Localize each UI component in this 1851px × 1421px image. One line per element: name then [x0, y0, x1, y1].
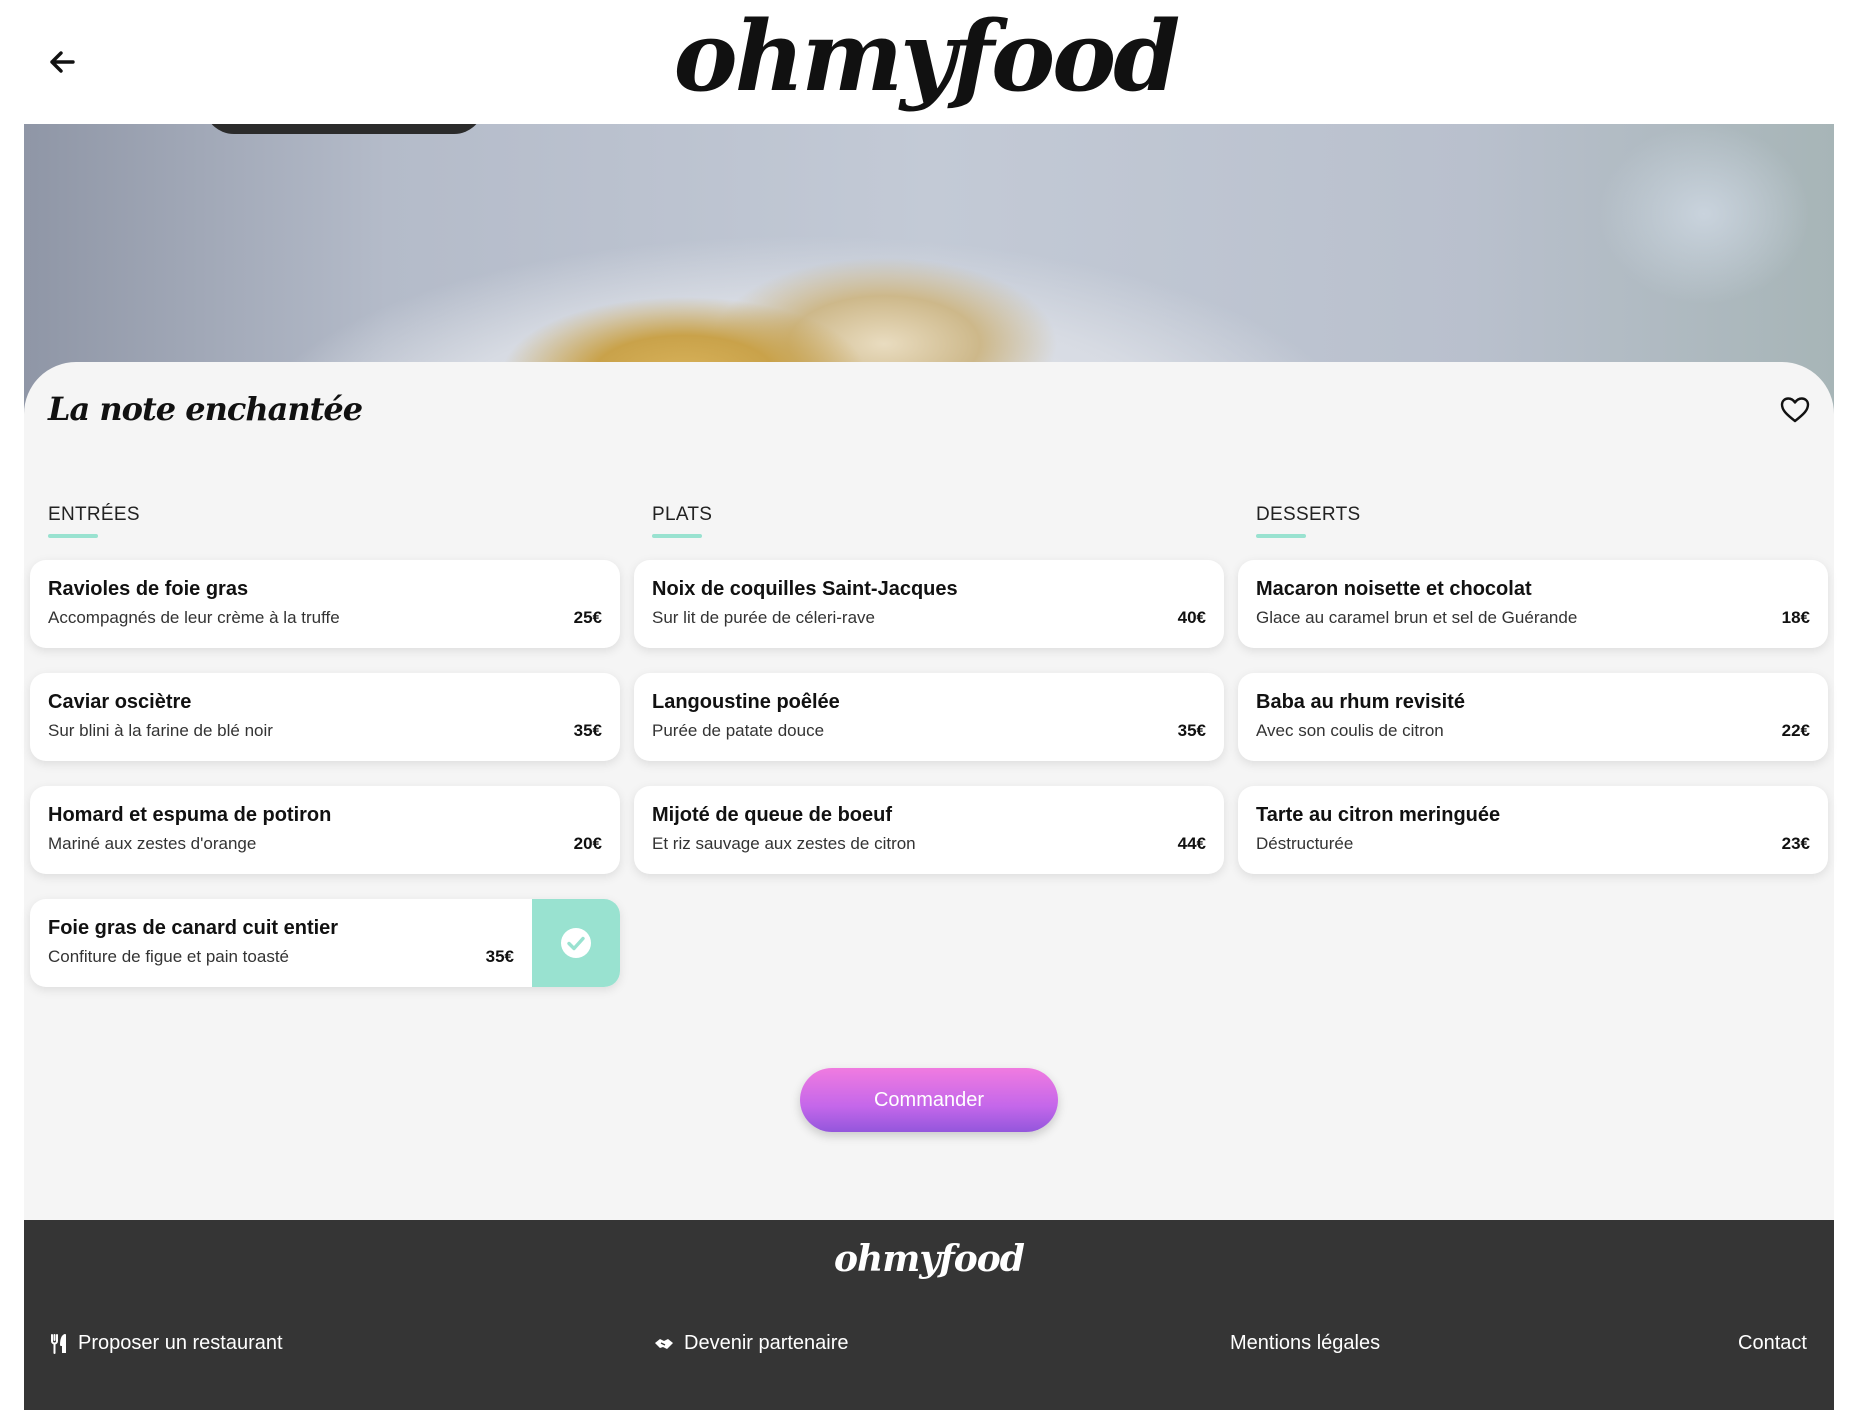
- logo[interactable]: ohmyfood: [0, 2, 1851, 112]
- menu-item-name: Tarte au citron meringuée: [1256, 804, 1501, 826]
- menu-item-name: Ravioles de foie gras: [48, 578, 249, 600]
- menu-item-description: Accompagnés de leur crème à la truffe: [48, 608, 340, 627]
- menu-item-price: 25€: [573, 608, 602, 627]
- footer-link-label: Proposer un restaurant: [78, 1332, 283, 1354]
- check-circle-icon: [561, 928, 591, 958]
- menu-item-name: Noix de coquilles Saint-Jacques: [652, 578, 958, 600]
- hero-dish-shadow: [204, 124, 484, 134]
- menu-item-name: Mijoté de queue de boeuf: [652, 804, 893, 826]
- section-title-plats: PLATS: [652, 504, 713, 538]
- menu-panel: La note enchantée ENTRÉES PLATS DESSERTS…: [24, 362, 1834, 1220]
- footer-link-propose-restaurant[interactable]: Proposer un restaurant: [50, 1332, 283, 1355]
- menu-item-price: 44€: [1177, 834, 1206, 853]
- menu-item-description: Glace au caramel brun et sel de Guérande: [1256, 608, 1578, 627]
- footer-link-label: Devenir partenaire: [684, 1332, 849, 1354]
- footer-link-label: Contact: [1738, 1332, 1807, 1354]
- menu-item-name: Foie gras de canard cuit entier: [48, 917, 339, 939]
- menu-item-price: 35€: [573, 721, 602, 740]
- menu-item[interactable]: Mijoté de queue de boeuf Et riz sauvage …: [634, 786, 1224, 874]
- footer: ohmyfood Proposer un restaurant Devenir …: [24, 1220, 1834, 1410]
- header: ohmyfood: [0, 0, 1851, 124]
- menu-item-description: Sur blini à la farine de blé noir: [48, 721, 273, 740]
- menu-item-price: 35€: [485, 947, 514, 966]
- menu-item[interactable]: Tarte au citron meringuée Déstructurée 2…: [1238, 786, 1828, 874]
- menu-item-description: Confiture de figue et pain toasté: [48, 947, 289, 966]
- menu-item-description: Et riz sauvage aux zestes de citron: [652, 834, 916, 853]
- favorite-button[interactable]: [1780, 396, 1810, 426]
- section-title-desserts: DESSERTS: [1256, 504, 1361, 538]
- heart-outline-icon: [1780, 397, 1810, 423]
- menu-item-price: 35€: [1177, 721, 1206, 740]
- menu-item[interactable]: Macaron noisette et chocolat Glace au ca…: [1238, 560, 1828, 648]
- menu-item-price: 18€: [1781, 608, 1810, 627]
- utensils-icon: [51, 1333, 66, 1354]
- menu-item-description: Sur lit de purée de céleri-rave: [652, 608, 876, 627]
- order-button[interactable]: Commander: [800, 1068, 1058, 1132]
- menu-item-price: 20€: [573, 834, 602, 853]
- menu-item-description: Mariné aux zestes d'orange: [48, 834, 257, 853]
- menu-item-name: Baba au rhum revisité: [1256, 691, 1465, 713]
- menu-item-price: 22€: [1781, 721, 1810, 740]
- menu-item-description: Déstructurée: [1256, 834, 1354, 853]
- handshake-icon: [655, 1338, 673, 1349]
- menu-item[interactable]: Noix de coquilles Saint-Jacques Sur lit …: [634, 560, 1224, 648]
- menu-item-name: Homard et espuma de potiron: [48, 804, 332, 826]
- menu-item-selected[interactable]: Foie gras de canard cuit entier Confitur…: [30, 899, 620, 987]
- menu-item-description: Avec son coulis de citron: [1256, 721, 1444, 740]
- footer-link-contact[interactable]: Contact: [1738, 1332, 1807, 1355]
- section-title-entrees: ENTRÉES: [48, 504, 140, 538]
- menu-item[interactable]: Ravioles de foie gras Accompagnés de leu…: [30, 560, 620, 648]
- menu-item[interactable]: Caviar osciètre Sur blini à la farine de…: [30, 673, 620, 761]
- menu-item-name: Macaron noisette et chocolat: [1256, 578, 1532, 600]
- footer-logo[interactable]: ohmyfood: [24, 1238, 1834, 1280]
- footer-link-legal[interactable]: Mentions légales: [1230, 1332, 1380, 1355]
- menu-item[interactable]: Langoustine poêlée Purée de patate douce…: [634, 673, 1224, 761]
- menu-item-name: Caviar osciètre: [48, 691, 192, 713]
- footer-link-label: Mentions légales: [1230, 1332, 1381, 1354]
- menu-item-price: 23€: [1781, 834, 1810, 853]
- menu-item[interactable]: Baba au rhum revisité Avec son coulis de…: [1238, 673, 1828, 761]
- restaurant-title: La note enchantée: [48, 390, 363, 428]
- menu-item[interactable]: Homard et espuma de potiron Mariné aux z…: [30, 786, 620, 874]
- footer-link-become-partner[interactable]: Devenir partenaire: [654, 1332, 849, 1355]
- menu-item-description: Purée de patate douce: [652, 721, 825, 740]
- selected-indicator: [532, 899, 620, 987]
- menu-item-price: 40€: [1177, 608, 1206, 627]
- menu-item-name: Langoustine poêlée: [652, 691, 840, 713]
